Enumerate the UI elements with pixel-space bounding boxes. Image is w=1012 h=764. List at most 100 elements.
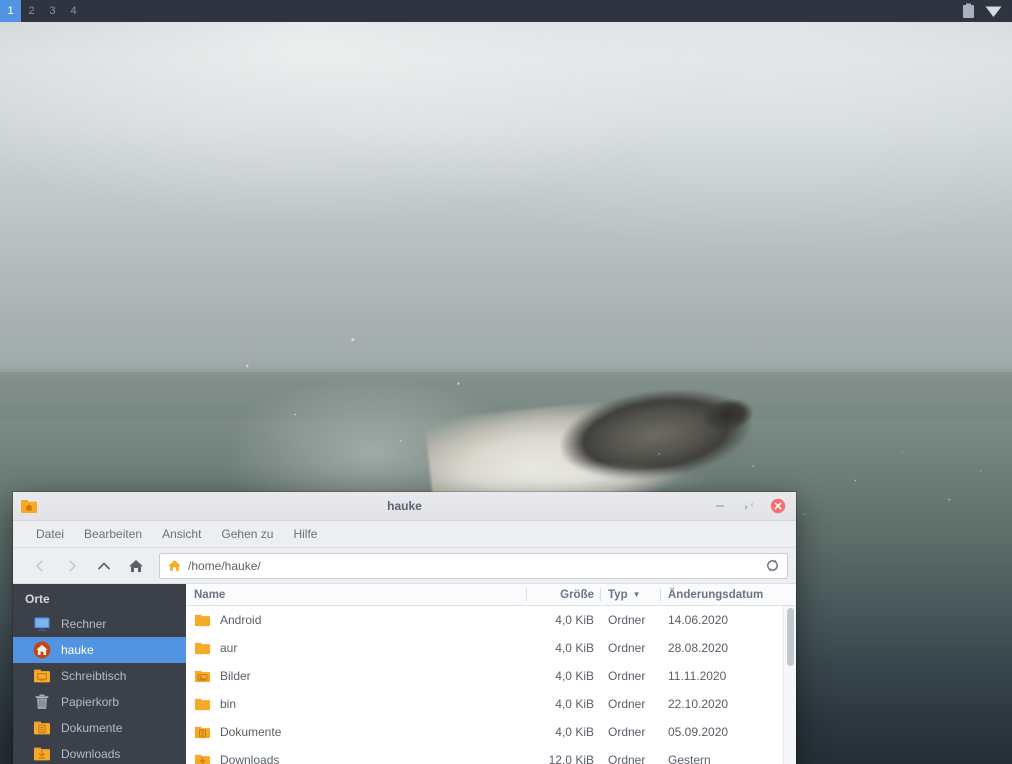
workspace-button-1[interactable]: 1 bbox=[0, 0, 21, 22]
file-name: Android bbox=[220, 613, 262, 627]
window-title: hauke bbox=[387, 499, 422, 513]
restore-icon[interactable] bbox=[741, 498, 757, 514]
table-row[interactable]: Dokumente 4,0 KiB Ordner 05.09.2020 bbox=[186, 718, 796, 746]
desktop-folder-icon bbox=[33, 667, 51, 685]
computer-icon bbox=[33, 615, 51, 633]
close-icon[interactable] bbox=[770, 498, 786, 514]
file-size: 4,0 KiB bbox=[555, 641, 594, 655]
file-type: Ordner bbox=[608, 669, 646, 683]
menu-hilfe[interactable]: Hilfe bbox=[286, 524, 324, 544]
sidebar-item-label: Downloads bbox=[61, 747, 121, 761]
column-header-name[interactable]: Name bbox=[186, 584, 526, 605]
file-name-cell: aur bbox=[186, 640, 526, 657]
file-type: Ordner bbox=[608, 613, 646, 627]
file-name-cell: bin bbox=[186, 696, 526, 713]
file-list-pane: Name Größe Typ ▼ Änderungsdatum Android … bbox=[186, 584, 796, 764]
file-date: 14.06.2020 bbox=[668, 613, 729, 627]
sort-descending-icon: ▼ bbox=[632, 590, 641, 599]
column-header-type[interactable]: Typ ▼ bbox=[600, 584, 660, 605]
file-type: Ordner bbox=[608, 641, 646, 655]
chevron-left-icon[interactable] bbox=[25, 552, 55, 580]
chevron-up-icon[interactable] bbox=[89, 552, 119, 580]
column-header-label: Größe bbox=[560, 588, 594, 601]
file-date: 22.10.2020 bbox=[668, 697, 729, 711]
file-date: 28.08.2020 bbox=[668, 641, 729, 655]
table-row[interactable]: Downloads 12,0 KiB Ordner Gestern bbox=[186, 746, 796, 764]
sidebar-item-papierkorb[interactable]: Papierkorb bbox=[13, 689, 186, 715]
minimize-icon[interactable] bbox=[712, 498, 728, 514]
file-manager-window[interactable]: hauke Datei Bearbeiten Ansicht Gehen zu … bbox=[13, 492, 796, 764]
battery-icon[interactable] bbox=[962, 3, 975, 19]
reload-icon[interactable] bbox=[763, 557, 781, 575]
workspace-label: 2 bbox=[28, 5, 35, 17]
sidebar-item-label: Dokumente bbox=[61, 721, 123, 735]
file-list-scrollbar[interactable] bbox=[783, 606, 796, 764]
table-row[interactable]: aur 4,0 KiB Ordner 28.08.2020 bbox=[186, 634, 796, 662]
pictures-folder-icon bbox=[194, 668, 211, 685]
menu-bearbeiten[interactable]: Bearbeiten bbox=[77, 524, 149, 544]
file-size: 4,0 KiB bbox=[555, 613, 594, 627]
window-titlebar[interactable]: hauke bbox=[13, 492, 796, 521]
file-name: bin bbox=[220, 697, 237, 711]
table-row[interactable]: Android 4,0 KiB Ordner 14.06.2020 bbox=[186, 606, 796, 634]
window-body: Orte Rechner hauke Schreibtisch Papierko… bbox=[13, 584, 796, 764]
places-heading: Orte bbox=[25, 592, 50, 606]
downloads-folder-icon bbox=[194, 752, 211, 764]
menu-gehen-zu[interactable]: Gehen zu bbox=[214, 524, 280, 544]
menu-datei[interactable]: Datei bbox=[29, 524, 71, 544]
file-name: aur bbox=[220, 641, 238, 655]
file-date: 05.09.2020 bbox=[668, 725, 729, 739]
workspace-label: 4 bbox=[70, 5, 77, 17]
wifi-icon[interactable] bbox=[985, 4, 1002, 18]
column-header-date[interactable]: Änderungsdatum bbox=[660, 584, 796, 605]
file-name: Bilder bbox=[220, 669, 251, 683]
sidebar-item-hauke[interactable]: hauke bbox=[13, 637, 186, 663]
workspace-switcher: 1 2 3 4 bbox=[0, 0, 84, 22]
workspace-label: 1 bbox=[7, 5, 14, 17]
trash-icon bbox=[33, 693, 51, 711]
column-header-label: Typ bbox=[608, 588, 628, 601]
documents-folder-icon bbox=[33, 719, 51, 737]
downloads-folder-icon bbox=[33, 745, 51, 763]
sidebar-item-downloads[interactable]: Downloads bbox=[13, 741, 186, 764]
sidebar-item-dokumente[interactable]: Dokumente bbox=[13, 715, 186, 741]
window-controls bbox=[712, 498, 796, 514]
workspace-button-4[interactable]: 4 bbox=[63, 0, 84, 22]
column-header-size[interactable]: Größe bbox=[526, 584, 600, 605]
file-size: 4,0 KiB bbox=[555, 697, 594, 711]
table-row[interactable]: bin 4,0 KiB Ordner 22.10.2020 bbox=[186, 690, 796, 718]
workspace-button-3[interactable]: 3 bbox=[42, 0, 63, 22]
path-value: /home/hauke/ bbox=[188, 558, 261, 573]
sidebar-item-rechner[interactable]: Rechner bbox=[13, 611, 186, 637]
sidebar-item-label: Schreibtisch bbox=[61, 669, 127, 683]
file-list-rows: Android 4,0 KiB Ordner 14.06.2020 aur 4,… bbox=[186, 606, 796, 764]
file-name: Dokumente bbox=[220, 725, 282, 739]
scrollbar-thumb[interactable] bbox=[787, 608, 794, 666]
file-list-header: Name Größe Typ ▼ Änderungsdatum bbox=[186, 584, 796, 606]
file-name-cell: Bilder bbox=[186, 668, 526, 685]
chevron-right-icon[interactable] bbox=[57, 552, 87, 580]
taskbar-panel: 1 2 3 4 bbox=[0, 0, 1012, 22]
file-name: Downloads bbox=[220, 753, 280, 764]
table-row[interactable]: Bilder 4,0 KiB Ordner 11.11.2020 bbox=[186, 662, 796, 690]
file-date: Gestern bbox=[668, 753, 711, 764]
path-entry[interactable]: /home/hauke/ bbox=[159, 552, 788, 579]
home-circle-icon bbox=[33, 641, 51, 659]
file-size: 4,0 KiB bbox=[555, 669, 594, 683]
workspace-button-2[interactable]: 2 bbox=[21, 0, 42, 22]
folder-icon bbox=[194, 696, 211, 713]
sidebar-item-schreibtisch[interactable]: Schreibtisch bbox=[13, 663, 186, 689]
folder-icon bbox=[194, 612, 211, 629]
file-date: 11.11.2020 bbox=[668, 669, 727, 683]
menu-ansicht[interactable]: Ansicht bbox=[155, 524, 208, 544]
folder-icon bbox=[194, 640, 211, 657]
navigation-toolbar: /home/hauke/ bbox=[13, 548, 796, 584]
menubar: Datei Bearbeiten Ansicht Gehen zu Hilfe bbox=[13, 521, 796, 548]
file-name-cell: Android bbox=[186, 612, 526, 629]
sidebar-item-label: hauke bbox=[61, 643, 94, 657]
file-size: 4,0 KiB bbox=[555, 725, 594, 739]
file-type: Ordner bbox=[608, 697, 646, 711]
home-icon[interactable] bbox=[121, 552, 151, 580]
file-name-cell: Downloads bbox=[186, 752, 526, 764]
system-tray bbox=[962, 0, 1012, 22]
